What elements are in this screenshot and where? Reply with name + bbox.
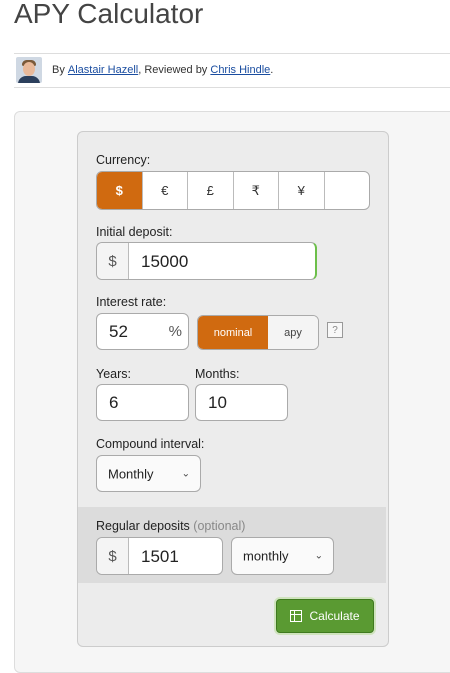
byline: By Alastair Hazell, Reviewed by Chris Hi… (16, 57, 273, 83)
author-link[interactable]: Alastair Hazell (68, 64, 138, 76)
compound-interval-select[interactable]: Monthly ⌄ (96, 455, 201, 492)
dollar-prefix: $ (97, 538, 129, 574)
currency-pound-button[interactable]: £ (188, 172, 234, 209)
years-value: 6 (109, 393, 119, 412)
help-icon[interactable]: ? (327, 322, 343, 338)
dollar-prefix: $ (97, 243, 129, 279)
compound-interval-value: Monthly (108, 466, 154, 481)
months-field[interactable]: 10 (195, 384, 288, 421)
percent-suffix: % (168, 323, 182, 340)
initial-deposit-value: 15000 (141, 252, 189, 271)
currency-label: Currency: (96, 153, 151, 167)
regular-deposits-label: Regular deposits (optional) (96, 519, 246, 533)
regular-frequency-select[interactable]: monthly ⌄ (231, 537, 334, 575)
currency-custom-button[interactable] (325, 172, 370, 209)
regular-deposit-field[interactable]: $ 1501 (96, 537, 223, 575)
calculate-button[interactable]: Calculate (276, 599, 374, 633)
divider (14, 53, 450, 54)
interest-rate-label: Interest rate: (96, 295, 167, 309)
interest-rate-field[interactable]: 52 % (96, 313, 189, 350)
initial-deposit-label: Initial deposit: (96, 225, 173, 239)
nominal-option[interactable]: nominal (198, 316, 268, 349)
divider (14, 87, 450, 88)
author-avatar (16, 57, 42, 83)
currency-yen-button[interactable]: ¥ (279, 172, 325, 209)
byline-by: By (52, 64, 65, 76)
currency-rupee-button[interactable]: ₹ (234, 172, 279, 209)
years-field[interactable]: 6 (96, 384, 189, 421)
years-label: Years: (96, 367, 131, 381)
interest-rate-value: 52 (109, 322, 128, 341)
chevron-down-icon: ⌄ (181, 468, 190, 479)
currency-dollar-button[interactable]: $ (97, 172, 143, 209)
regular-frequency-value: monthly (243, 548, 289, 564)
byline-reviewed: , Reviewed by (138, 64, 208, 76)
rate-type-toggle: nominal apy (197, 315, 319, 350)
currency-selector: $ € £ ₹ ¥ (96, 171, 370, 210)
initial-deposit-field[interactable]: $ 15000 (96, 242, 317, 280)
apy-option[interactable]: apy (268, 316, 318, 349)
optional-hint: (optional) (193, 519, 246, 533)
regular-deposit-value: 1501 (141, 547, 179, 566)
currency-euro-button[interactable]: € (143, 172, 188, 209)
months-label: Months: (195, 367, 240, 381)
page-title: APY Calculator (14, 0, 204, 29)
chevron-down-icon: ⌄ (314, 550, 323, 562)
calculator-icon (290, 610, 303, 622)
compound-interval-label: Compound interval: (96, 437, 205, 451)
months-value: 10 (208, 393, 227, 412)
reviewer-link[interactable]: Chris Hindle (210, 64, 270, 76)
